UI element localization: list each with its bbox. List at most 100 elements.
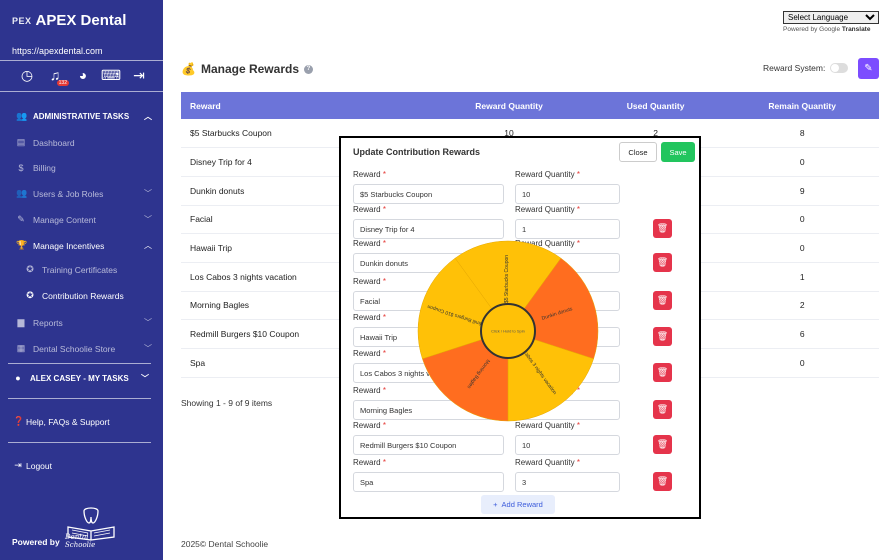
report-icon: ▆ xyxy=(17,317,25,327)
nav-training-certificates[interactable]: ✪ Training Certificates xyxy=(25,264,165,275)
nav-help[interactable]: ❓ Help, FAQs & Support xyxy=(13,416,153,427)
add-reward-button[interactable]: + Add Reward xyxy=(481,495,555,514)
column-header[interactable]: Remain Quantity xyxy=(725,92,879,119)
nav-manage-incentives[interactable]: 🏆 Manage Incentives ︿ xyxy=(16,240,156,251)
trash-icon: 🗑 xyxy=(656,257,669,267)
wheel-center-label: Click / Hold to Spin xyxy=(491,329,525,334)
table-cell: 0 xyxy=(725,348,879,378)
reward-label: Reward * xyxy=(353,239,386,248)
column-header[interactable]: Reward xyxy=(181,92,433,119)
reward-label: Reward * xyxy=(353,205,386,214)
table-cell: 8 xyxy=(725,119,879,149)
apex-logo: PEX xyxy=(12,15,32,26)
edit-icon: ✎ xyxy=(864,63,873,74)
column-header[interactable]: Reward Quantity xyxy=(432,92,586,119)
brand-name: APEX Dental xyxy=(35,12,127,29)
money-bag-icon: 💰 xyxy=(181,62,196,76)
spin-wheel[interactable]: $5 Starbucks CouponDunkin donutsCabos 3 … xyxy=(417,240,599,422)
reward-system-toggle[interactable] xyxy=(830,63,849,73)
delete-button[interactable]: 🗑 xyxy=(653,400,672,419)
column-header[interactable]: Used Quantity xyxy=(585,92,726,119)
clock-icon[interactable]: ◷ xyxy=(18,66,36,84)
dental-schoolie-logo: Dental Schoolie xyxy=(62,505,120,551)
divider xyxy=(8,442,151,443)
edit-rewards-button[interactable]: ✎ xyxy=(858,58,879,79)
table-cell: 2 xyxy=(725,291,879,321)
question-icon: ❓ xyxy=(13,416,25,426)
delete-button[interactable]: 🗑 xyxy=(653,219,672,238)
nav-my-tasks[interactable]: ● ALEX CASEY - MY TASKS ﹀ xyxy=(13,373,153,383)
reward-quantity-input[interactable]: 3 xyxy=(515,472,620,492)
nav-billing[interactable]: $ Billing xyxy=(16,163,156,173)
notification-badge: 132 xyxy=(56,80,69,86)
table-cell: 9 xyxy=(725,176,879,206)
copyright: 2025© Dental Schoolie xyxy=(181,539,269,549)
reward-label: Reward * xyxy=(353,170,386,179)
google-translate-credit: Powered by Google Translate xyxy=(783,26,871,33)
language-select[interactable]: Select Language xyxy=(783,11,879,24)
reward-quantity-label: Reward Quantity * xyxy=(515,170,580,179)
reward-quantity-label: Reward Quantity * xyxy=(515,205,580,214)
logout-door-icon[interactable]: ⇥ xyxy=(130,66,148,84)
delete-button[interactable]: 🗑 xyxy=(653,327,672,346)
trash-icon: 🗑 xyxy=(656,439,669,449)
nav-reports[interactable]: ▆ Reports ﹀ xyxy=(16,317,156,328)
divider xyxy=(0,91,163,92)
delete-button[interactable]: 🗑 xyxy=(653,253,672,272)
table-cell: 0 xyxy=(725,233,879,263)
chevron-down-icon: ﹀ xyxy=(144,215,152,224)
nav-logout[interactable]: ⇥ Logout xyxy=(13,460,153,471)
reward-name-input[interactable]: Spa xyxy=(353,472,504,492)
close-button[interactable]: Close xyxy=(619,142,657,162)
delete-button[interactable]: 🗑 xyxy=(653,435,672,454)
chevron-down-icon: ﹀ xyxy=(144,318,152,327)
nav-administrative-tasks[interactable]: 👥 ADMINISTRATIVE TASKS ︿ xyxy=(16,111,156,122)
powered-by: Powered by xyxy=(12,537,60,547)
wheel-segment-label: $5 Starbucks Coupon xyxy=(504,255,510,303)
reward-quantity-label: Reward Quantity * xyxy=(515,421,580,430)
reward-quantity-input[interactable]: 10 xyxy=(515,435,620,455)
language-selector: Select Language Powered by Google Transl… xyxy=(783,11,879,33)
reward-name-input[interactable]: Disney Trip for 4 xyxy=(353,219,504,239)
trophy-icon: 🏆 xyxy=(16,240,28,250)
trash-icon: 🗑 xyxy=(656,476,669,486)
divider xyxy=(0,60,163,61)
reward-label: Reward * xyxy=(353,313,386,322)
reward-name-input[interactable]: $5 Starbucks Coupon xyxy=(353,184,504,204)
reward-quantity-label: Reward Quantity * xyxy=(515,458,580,467)
trash-icon: 🗑 xyxy=(656,404,669,414)
nav-users[interactable]: 👥 Users & Job Roles ﹀ xyxy=(16,188,156,199)
help-icon[interactable]: ? xyxy=(304,64,313,74)
brand[interactable]: PEX APEX Dental xyxy=(12,12,126,29)
reward-quantity-input[interactable]: 10 xyxy=(515,184,620,204)
dollar-icon: $ xyxy=(18,163,24,173)
table-cell: 6 xyxy=(725,319,879,349)
chevron-up-icon: ︿ xyxy=(144,241,152,250)
chevron-up-icon: ︿ xyxy=(144,112,152,121)
delete-button[interactable]: 🗑 xyxy=(653,363,672,382)
users-icon: 👥 xyxy=(16,111,28,121)
reward-name-input[interactable]: Redmill Burgers $10 Coupon xyxy=(353,435,504,455)
nav-dashboard[interactable]: ▤ Dashboard xyxy=(16,137,156,148)
trash-icon: 🗑 xyxy=(656,223,669,233)
nav-contribution-rewards[interactable]: ✪ Contribution Rewards xyxy=(25,290,165,301)
modal-title: Update Contribution Rewards xyxy=(353,147,481,157)
keyboard-icon[interactable]: ⌨ xyxy=(101,66,121,84)
page-title: 💰 Manage Rewards ? xyxy=(181,62,313,76)
logout-icon: ⇥ xyxy=(14,460,22,470)
reward-quantity-input[interactable]: 1 xyxy=(515,219,620,239)
nav-manage-content[interactable]: ✎ Manage Content ﹀ xyxy=(16,214,156,225)
save-button[interactable]: Save xyxy=(661,142,695,162)
chevron-down-icon: ﹀ xyxy=(144,344,152,353)
delete-button[interactable]: 🗑 xyxy=(653,291,672,310)
store-icon: ▦ xyxy=(16,343,26,353)
pagination-info: Showing 1 - 9 of 9 items xyxy=(181,398,273,408)
palette-icon[interactable]: ◕ xyxy=(74,66,92,84)
nav-dental-store[interactable]: ▦ Dental Schoolie Store ﹀ xyxy=(16,343,156,354)
site-url[interactable]: https://apexdental.com xyxy=(12,46,103,56)
delete-button[interactable]: 🗑 xyxy=(653,472,672,491)
award-icon: ✪ xyxy=(26,290,34,300)
bell-icon[interactable]: ♫ 132 xyxy=(46,66,69,86)
divider xyxy=(8,363,151,364)
reward-label: Reward * xyxy=(353,458,386,467)
